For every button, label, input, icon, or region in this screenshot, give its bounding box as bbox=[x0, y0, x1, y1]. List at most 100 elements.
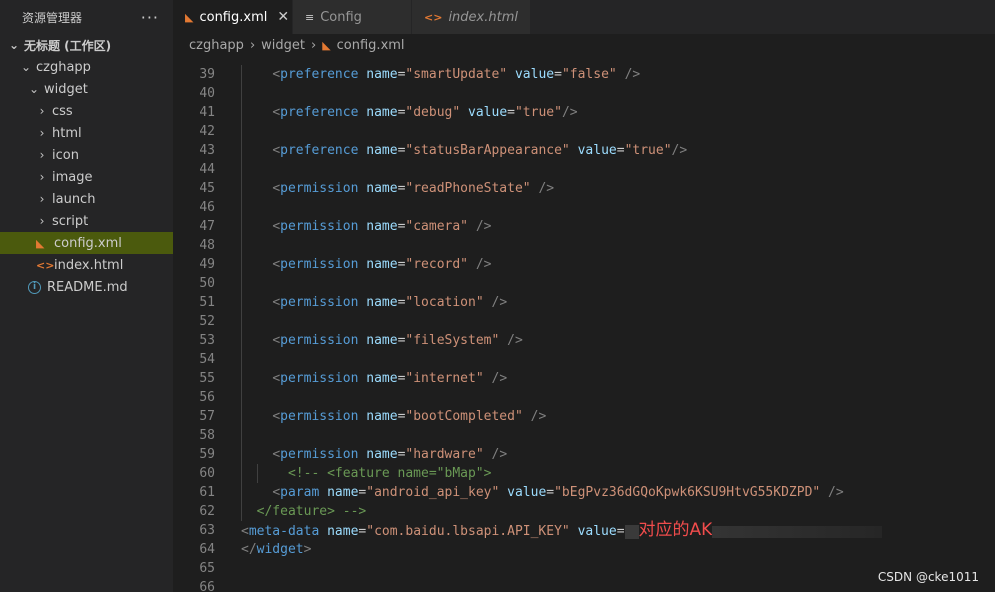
breadcrumb-item[interactable]: czghapp bbox=[189, 38, 244, 53]
line-number: 42 bbox=[199, 124, 215, 139]
line-number: 45 bbox=[199, 181, 215, 196]
line-code: <permission name="internet" /> bbox=[272, 371, 508, 386]
indent-guide bbox=[241, 122, 242, 141]
line-code: <permission name="fileSystem" /> bbox=[272, 333, 523, 348]
line-number: 39 bbox=[199, 67, 215, 82]
redacted-value bbox=[624, 524, 639, 539]
line-code: <!-- <feature name="bMap"> bbox=[241, 466, 492, 481]
code-line[interactable]: 53 <permission name="fileSystem" /> bbox=[173, 331, 995, 350]
more-actions-icon[interactable]: ··· bbox=[141, 8, 159, 27]
code-line[interactable]: 40 bbox=[173, 84, 995, 103]
code-line[interactable]: 51 <permission name="location" /> bbox=[173, 293, 995, 312]
line-number: 62 bbox=[199, 504, 215, 519]
line-number: 57 bbox=[199, 409, 215, 424]
workspace-root[interactable]: ⌄ 无标题 (工作区) bbox=[0, 34, 173, 56]
code-line[interactable]: 56 bbox=[173, 388, 995, 407]
line-code: <permission name="readPhoneState" /> bbox=[272, 181, 555, 196]
line-number: 54 bbox=[199, 352, 215, 367]
info-icon: i bbox=[28, 280, 41, 294]
code-line[interactable]: 44 bbox=[173, 160, 995, 179]
chevron-right-icon: › bbox=[39, 214, 45, 228]
folder-widget[interactable]: ⌄ widget bbox=[0, 78, 173, 100]
code-line[interactable]: 46 bbox=[173, 198, 995, 217]
folder-label: widget bbox=[44, 81, 88, 97]
indent-guide bbox=[241, 426, 242, 445]
code-line[interactable]: 52 bbox=[173, 312, 995, 331]
code-line[interactable]: 61 <param name="android_api_key" value="… bbox=[173, 483, 995, 502]
code-line[interactable]: 43 <preference name="statusBarAppearance… bbox=[173, 141, 995, 160]
line-code: </feature> --> bbox=[241, 504, 367, 519]
code-line[interactable]: 48 bbox=[173, 236, 995, 255]
folder-czghapp[interactable]: ⌄ czghapp bbox=[0, 56, 173, 78]
code-line[interactable]: 49 <permission name="record" /> bbox=[173, 255, 995, 274]
folder-label: launch bbox=[52, 191, 96, 207]
line-code: <meta-data name="com.baidu.lbsapi.API_KE… bbox=[241, 521, 883, 541]
indent-guide bbox=[241, 236, 242, 255]
line-code: </widget> bbox=[241, 542, 312, 557]
breadcrumb-item[interactable]: config.xml bbox=[337, 38, 405, 53]
chevron-down-icon: ⌄ bbox=[8, 38, 20, 52]
line-code: <permission name="hardware" /> bbox=[272, 447, 508, 462]
close-icon[interactable]: ✕ bbox=[277, 9, 289, 25]
editor-tabs: ◣ config.xml ✕ ≡ Config <> index.html bbox=[173, 0, 995, 34]
chevron-right-icon: › bbox=[39, 170, 45, 184]
code-line[interactable]: 39 <preference name="smartUpdate" value=… bbox=[173, 65, 995, 84]
code-line[interactable]: 65 bbox=[173, 559, 995, 578]
line-number: 56 bbox=[199, 390, 215, 405]
code-line[interactable]: 42 bbox=[173, 122, 995, 141]
code-line[interactable]: 64 </widget> bbox=[173, 540, 995, 559]
chevron-right-icon: › bbox=[39, 104, 45, 118]
chevron-right-icon: › bbox=[249, 37, 256, 53]
code-line[interactable]: 66 bbox=[173, 578, 995, 592]
file-index-html[interactable]: <> index.html bbox=[0, 254, 173, 276]
folder-icon[interactable]: › icon bbox=[0, 144, 173, 166]
tab-index-html[interactable]: <> index.html bbox=[412, 0, 531, 34]
indent-guide bbox=[241, 198, 242, 217]
breadcrumb: czghapp › widget › ◣ config.xml bbox=[173, 34, 995, 56]
code-line[interactable]: 62 </feature> --> bbox=[173, 502, 995, 521]
line-number: 44 bbox=[199, 162, 215, 177]
line-code: <param name="android_api_key" value="bEg… bbox=[272, 485, 844, 500]
line-number: 51 bbox=[199, 295, 215, 310]
folder-label: css bbox=[52, 103, 73, 119]
file-readme[interactable]: i README.md bbox=[0, 276, 173, 298]
folder-script[interactable]: › script bbox=[0, 210, 173, 232]
code-line[interactable]: 41 <preference name="debug" value="true"… bbox=[173, 103, 995, 122]
line-number: 58 bbox=[199, 428, 215, 443]
code-editor[interactable]: 39 <preference name="smartUpdate" value=… bbox=[173, 56, 995, 592]
rss-icon: ◣ bbox=[185, 10, 194, 24]
line-code: <permission name="bootCompleted" /> bbox=[272, 409, 547, 424]
line-number: 48 bbox=[199, 238, 215, 253]
folder-launch[interactable]: › launch bbox=[0, 188, 173, 210]
code-line[interactable]: 50 bbox=[173, 274, 995, 293]
chevron-down-icon: ⌄ bbox=[20, 60, 32, 74]
line-number: 49 bbox=[199, 257, 215, 272]
folder-html[interactable]: › html bbox=[0, 122, 173, 144]
line-number: 65 bbox=[199, 561, 215, 576]
explorer-title: 资源管理器 bbox=[22, 10, 83, 25]
code-line[interactable]: 57 <permission name="bootCompleted" /> bbox=[173, 407, 995, 426]
tab-config-xml[interactable]: ◣ config.xml ✕ bbox=[173, 0, 293, 34]
chevron-right-icon: › bbox=[310, 37, 317, 53]
code-line[interactable]: 59 <permission name="hardware" /> bbox=[173, 445, 995, 464]
code-line[interactable]: 47 <permission name="camera" /> bbox=[173, 217, 995, 236]
line-number: 41 bbox=[199, 105, 215, 120]
code-line[interactable]: 63 <meta-data name="com.baidu.lbsapi.API_… bbox=[173, 521, 995, 540]
code-line[interactable]: 45 <permission name="readPhoneState" /> bbox=[173, 179, 995, 198]
file-label: README.md bbox=[47, 279, 128, 295]
breadcrumb-item[interactable]: widget bbox=[261, 38, 305, 53]
rss-icon: ◣ bbox=[322, 38, 331, 52]
file-config-xml[interactable]: ◣ config.xml bbox=[0, 232, 173, 254]
chevron-right-icon: › bbox=[39, 148, 45, 162]
folder-label: script bbox=[52, 213, 89, 229]
code-line[interactable]: 54 bbox=[173, 350, 995, 369]
file-label: index.html bbox=[54, 257, 124, 273]
code-line[interactable]: 60 <!-- <feature name="bMap"> bbox=[173, 464, 995, 483]
folder-css[interactable]: › css bbox=[0, 100, 173, 122]
code-line[interactable]: 58 bbox=[173, 426, 995, 445]
folder-image[interactable]: › image bbox=[0, 166, 173, 188]
html-icon: <> bbox=[424, 10, 443, 24]
tab-config[interactable]: ≡ Config bbox=[293, 0, 412, 34]
line-number: 46 bbox=[199, 200, 215, 215]
code-line[interactable]: 55 <permission name="internet" /> bbox=[173, 369, 995, 388]
